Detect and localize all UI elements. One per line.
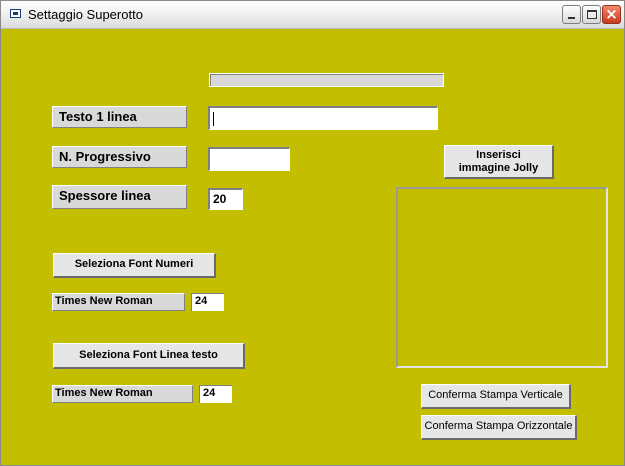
progressivo-label: N. Progressivo	[52, 146, 187, 168]
select-number-font-button[interactable]: Seleziona Font Numeri	[53, 253, 216, 278]
window-icon[interactable]	[10, 9, 21, 18]
text-font-size: 24	[199, 385, 232, 403]
insert-image-label-line2: immagine Jolly	[458, 162, 539, 174]
insert-image-label-line1: Inserisci	[476, 149, 521, 161]
number-font-name: Times New Roman	[52, 293, 185, 311]
testo-label: Testo 1 linea	[52, 106, 187, 128]
confirm-vertical-print-button[interactable]: Conferma Stampa Verticale	[421, 384, 571, 409]
minimize-button[interactable]	[562, 5, 581, 24]
spessore-input[interactable]: 20	[208, 188, 243, 210]
spessore-label: Spessore linea	[52, 185, 187, 209]
insert-image-button[interactable]: Inserisci immagine Jolly	[444, 145, 554, 179]
minimize-icon	[568, 17, 575, 19]
progressivo-input[interactable]	[208, 147, 290, 171]
image-preview	[396, 187, 608, 368]
maximize-button[interactable]	[582, 5, 601, 24]
maximize-icon	[587, 10, 597, 19]
title-bar[interactable]: Settaggio Superotto ×	[1, 1, 624, 29]
progress-bar	[209, 73, 444, 87]
testo-input[interactable]	[208, 106, 438, 130]
settings-window: Settaggio Superotto × Testo 1 linea N. P…	[0, 0, 625, 466]
close-icon: ×	[605, 5, 618, 23]
confirm-horizontal-print-button[interactable]: Conferma Stampa Orizzontale	[421, 415, 577, 440]
window-title: Settaggio Superotto	[28, 7, 143, 22]
select-text-font-button[interactable]: Seleziona Font Linea testo	[53, 343, 245, 369]
text-caret	[213, 111, 214, 126]
close-button[interactable]: ×	[602, 5, 621, 24]
number-font-size: 24	[191, 293, 224, 311]
text-font-name: Times New Roman	[52, 385, 193, 403]
